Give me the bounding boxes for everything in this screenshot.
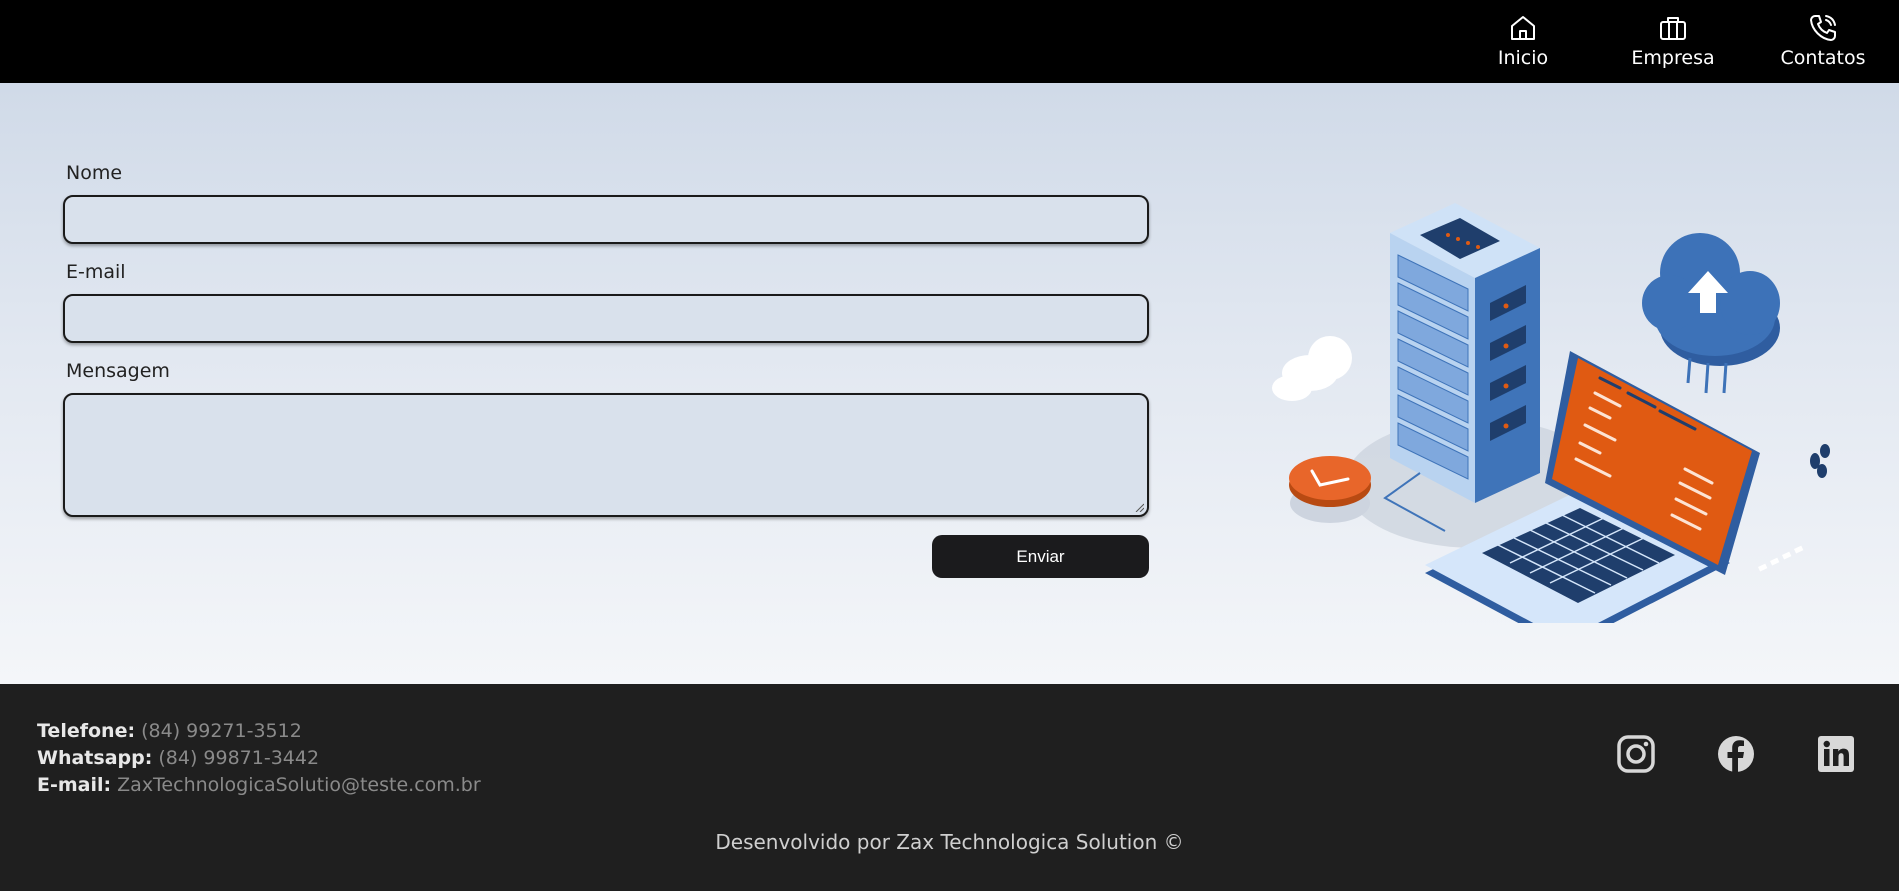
contact-section: Nome E-mail Mensagem Enviar [0, 83, 1899, 684]
linkedin-icon[interactable] [1816, 734, 1856, 774]
email-label: E-mail [66, 261, 126, 283]
facebook-icon[interactable] [1716, 734, 1756, 774]
footer: Telefone: (84) 99271-3512 Whatsapp: (84)… [0, 684, 1899, 891]
nav-empresa-label: Empresa [1631, 47, 1715, 69]
email-contact-label: E-mail: [37, 774, 112, 796]
name-label: Nome [66, 162, 123, 184]
nav-inicio[interactable]: Inicio [1497, 12, 1549, 69]
nav-empresa[interactable]: Empresa [1631, 12, 1715, 69]
resize-grip-icon[interactable] [1134, 502, 1144, 512]
nav-contatos[interactable]: Contatos [1780, 12, 1866, 69]
dots-decoration [1810, 444, 1830, 478]
instagram-icon[interactable] [1616, 734, 1656, 774]
nav-inicio-label: Inicio [1497, 47, 1549, 69]
phone-icon [1810, 15, 1836, 41]
email-contact-value[interactable]: ZaxTechnologicaSolutio@teste.com.br [117, 774, 481, 796]
orange-button-graphic [1289, 456, 1371, 523]
cloud-small-icon [1272, 336, 1352, 401]
footer-phone: Telefone: (84) 99271-3512 [37, 720, 302, 742]
message-textarea[interactable] [63, 393, 1149, 517]
nav-contatos-label: Contatos [1780, 47, 1866, 69]
message-label: Mensagem [66, 360, 170, 382]
top-navbar: Inicio Empresa Contatos [0, 0, 1899, 83]
server-laptop-illustration [1272, 203, 1830, 623]
briefcase-icon [1660, 17, 1686, 40]
server-rack-icon [1390, 203, 1540, 503]
cloud-upload-icon [1642, 233, 1780, 394]
whatsapp-value: (84) 99871-3442 [158, 747, 320, 769]
dashes-decoration [1758, 545, 1804, 572]
footer-whatsapp: Whatsapp: (84) 99871-3442 [37, 747, 319, 769]
phone-value: (84) 99271-3512 [141, 720, 302, 742]
name-input[interactable] [63, 195, 1149, 244]
submit-button[interactable]: Enviar [932, 535, 1149, 578]
email-input[interactable] [63, 294, 1149, 343]
whatsapp-label: Whatsapp: [37, 747, 153, 769]
home-icon [1511, 16, 1535, 40]
footer-email: E-mail: ZaxTechnologicaSolutio@teste.com… [37, 774, 481, 796]
phone-label: Telefone: [37, 720, 136, 742]
footer-credit: Desenvolvido por Zax Technologica Soluti… [715, 830, 1184, 854]
